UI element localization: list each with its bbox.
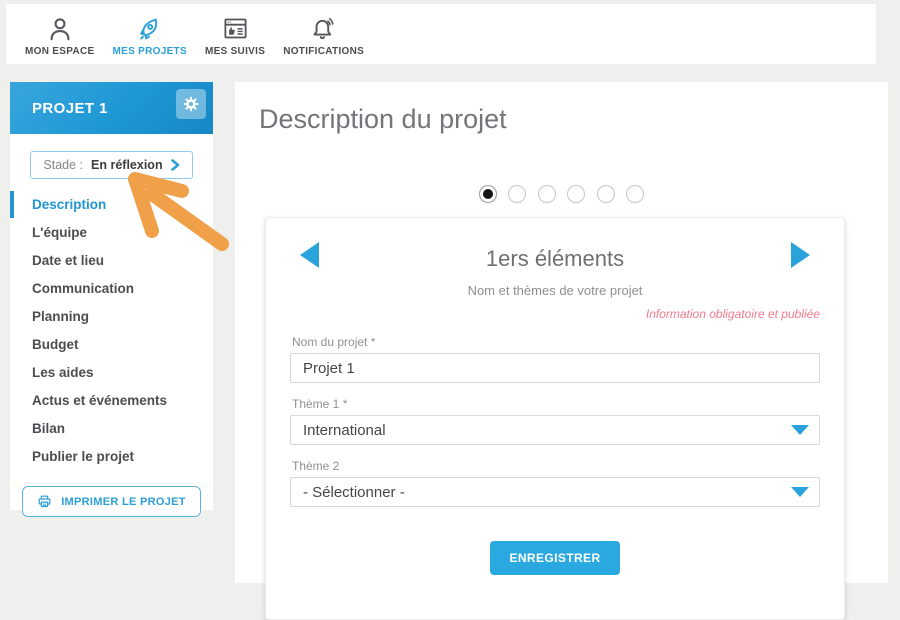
project-sidebar: PROJET 1 Stade : En réflexion Descriptio… [10,82,213,517]
sidebar-item-budget[interactable]: Budget [10,331,213,358]
form: Nom du projet * Thème 1 * International … [290,335,820,576]
step-indicator [235,185,888,203]
sidebar-menu: Description L'équipe Date et lieu Commun… [10,191,213,470]
page-title: Description du projet [259,104,507,134]
nav-label: MES SUIVIS [204,45,266,57]
stage-value: En réflexion [91,158,163,172]
project-stage-button[interactable]: Stade : En réflexion [30,151,193,179]
project-name-label: Nom du projet * [292,335,376,350]
step-dot[interactable] [596,185,615,203]
bell-icon [310,12,337,42]
sidebar-item-les-aides[interactable]: Les aides [10,359,213,386]
step-dot[interactable] [626,185,645,203]
nav-label: MON ESPACE [25,45,95,57]
form-card: 1ers éléments Nom et thèmes de votre pro… [265,217,845,620]
project-header: PROJET 1 [10,82,213,134]
sidebar-item-planning[interactable]: Planning [10,303,213,330]
card-title: 1ers éléments [485,246,625,272]
theme2-label: Thème 2 [292,459,340,474]
theme1-select[interactable]: International [290,415,820,446]
main-content: Description du projet 1ers éléments Nom … [235,82,888,620]
sidebar-item-description[interactable]: Description [10,191,213,218]
step-dot[interactable] [567,185,586,203]
printer-icon [38,495,51,508]
project-title: PROJET 1 [32,99,108,117]
theme2-select[interactable]: - Sélectionner - [290,477,820,508]
nav-label: NOTIFICATIONS [283,45,365,57]
caret-down-icon [791,487,809,498]
gear-icon [183,96,199,112]
step-dot[interactable] [537,185,556,203]
sidebar-item-equipe[interactable]: L'équipe [10,219,213,246]
sidebar-item-publier-le-projet[interactable]: Publier le projet [10,443,213,470]
stage-prefix: Stade : [43,158,84,172]
sidebar-item-date-et-lieu[interactable]: Date et lieu [10,247,213,274]
print-button-label: IMPRIMER LE PROJET [61,495,186,508]
mandatory-info-note: Information obligatoire et publiée [645,307,820,322]
card-subtitle: Nom et thèmes de votre projet [467,283,643,299]
sidebar-item-bilan[interactable]: Bilan [10,415,213,442]
sidebar-item-communication[interactable]: Communication [10,275,213,302]
nav-item-mon-espace[interactable]: MON ESPACE [16,12,104,57]
theme1-label: Thème 1 * [292,397,348,412]
nav-item-mes-suivis[interactable]: MES SUIVIS [196,12,274,57]
top-navigation-bar: MON ESPACE MES PROJETS MES SUIVIS NOTIFI… [6,4,876,64]
browser-thumbs-up-icon [222,12,249,42]
theme1-selected-value: International [303,421,386,439]
step-dot[interactable] [478,185,497,203]
step-dot[interactable] [508,185,527,203]
nav-item-mes-projets[interactable]: MES PROJETS [104,12,196,57]
save-button[interactable]: ENREGISTRER [490,541,620,576]
nav-item-notifications[interactable]: NOTIFICATIONS [274,12,373,57]
project-name-input[interactable] [290,353,820,384]
chevron-right-icon [170,159,179,171]
prev-arrow-icon[interactable] [300,242,319,269]
nav-label: MES PROJETS [112,45,187,57]
next-arrow-icon[interactable] [791,242,810,269]
project-settings-button[interactable] [176,89,206,119]
person-icon [47,12,73,42]
sidebar-item-actus-evenements[interactable]: Actus et événements [10,387,213,414]
print-project-button[interactable]: IMPRIMER LE PROJET [22,486,201,517]
caret-down-icon [791,425,809,436]
rocket-icon [136,12,163,42]
theme2-selected-value: - Sélectionner - [303,483,405,501]
